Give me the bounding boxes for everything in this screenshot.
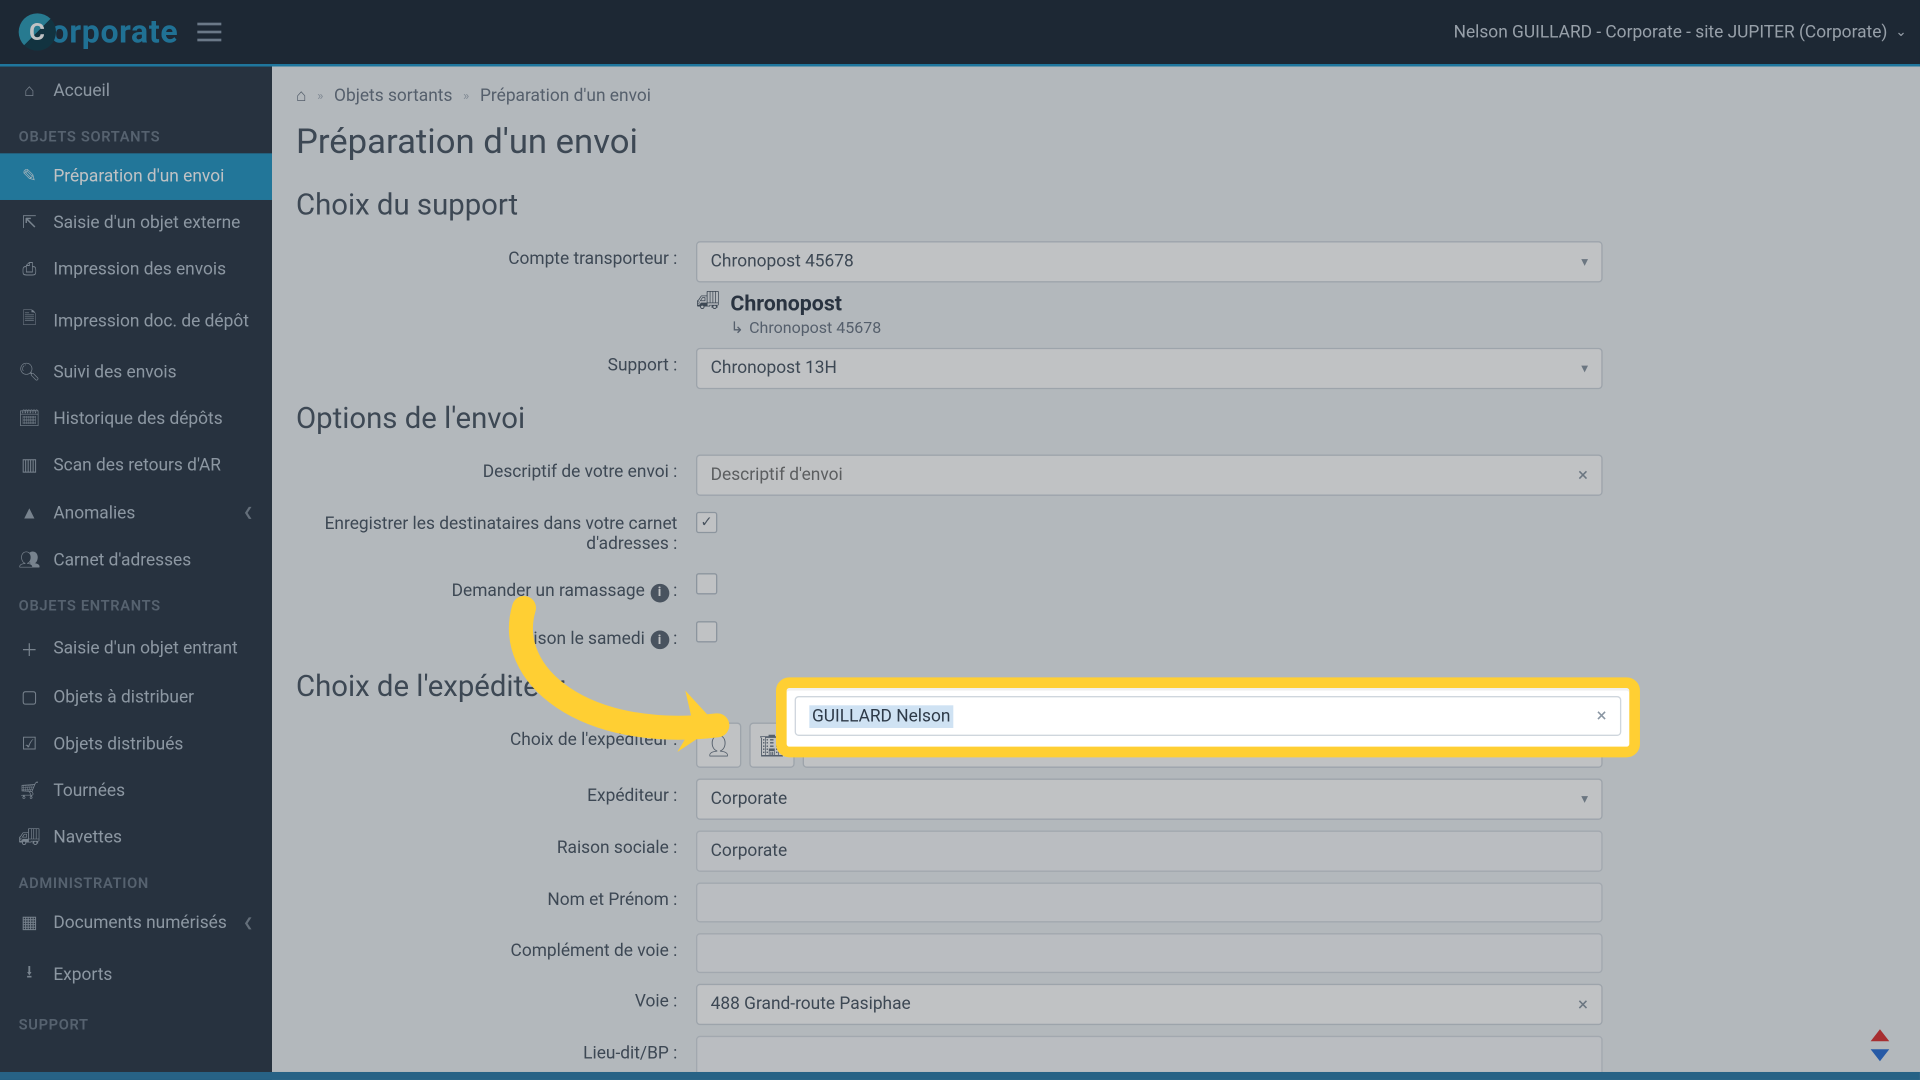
label-enregistrer-dest: Enregistrer les destinataires dans votre… — [296, 507, 696, 563]
label-expediteur: Expéditeur : — [296, 779, 696, 815]
brand-logo: Corporate — [19, 13, 179, 50]
select-expediteur[interactable]: Corporate — [696, 779, 1603, 820]
user-menu[interactable]: Nelson GUILLARD - Corporate - site JUPIT… — [1454, 22, 1907, 42]
label-nom-prenom: Nom et Prénom : — [296, 883, 696, 919]
truck-icon: 🚚︎ — [19, 828, 40, 848]
input-voie[interactable]: 488 Grand-route Pasiphae× — [696, 984, 1603, 1025]
select-compte-transporteur[interactable]: Chronopost 45678 — [696, 241, 1603, 282]
external-icon: ⇱ — [19, 213, 40, 233]
user-icon: 👤︎ — [705, 733, 732, 758]
label-compte-transporteur: Compte transporteur : — [296, 241, 696, 277]
label-voie: Voie : — [296, 984, 696, 1020]
print-icon: ⎙ — [19, 260, 40, 280]
bottom-strip — [0, 1072, 1920, 1080]
hamburger-icon[interactable] — [197, 23, 221, 42]
sidebar-item-suivi[interactable]: 🔍︎Suivi des envois — [0, 349, 272, 396]
chevron-right-icon: ❮ — [243, 917, 253, 930]
sidebar-item-impression-doc[interactable]: 🗎Impression doc. de dépôt — [0, 293, 272, 349]
sidebar-item-accueil[interactable]: ⌂Accueil — [0, 67, 272, 115]
sidebar-item-exports[interactable]: ⭳Exports — [0, 947, 272, 1003]
search-icon: 🔍︎ — [19, 363, 40, 383]
branch-icon: ↳ — [730, 319, 743, 338]
breadcrumb-l2: Préparation d'un envoi — [480, 86, 651, 106]
file-icon: 🗎 — [19, 307, 40, 336]
grid-icon: ▦ — [19, 913, 40, 933]
label-complement-voie: Complément de voie : — [296, 933, 696, 969]
info-icon[interactable]: i — [650, 583, 669, 602]
sidebar-item-impression-envois[interactable]: ⎙Impression des envois — [0, 247, 272, 294]
checkbox-livraison-samedi[interactable] — [696, 621, 717, 642]
sidebar-item-docs-num[interactable]: ▦Documents numérisés❮ — [0, 900, 272, 947]
sidebar-item-a-distribuer[interactable]: ▢Objets à distribuer — [0, 675, 272, 722]
expediteur-user-button[interactable]: 👤︎ — [696, 723, 741, 768]
label-descriptif: Descriptif de votre envoi : — [296, 455, 696, 491]
clear-icon[interactable]: × — [1597, 705, 1607, 726]
sidebar-item-distribues[interactable]: ☑Objets distribués — [0, 721, 272, 768]
input-complement-voie[interactable] — [696, 933, 1603, 973]
input-raison-sociale[interactable]: Corporate — [696, 831, 1603, 872]
sidebar-item-preparation[interactable]: ✎Préparation d'un envoi — [0, 153, 272, 200]
sidebar-item-historique[interactable]: 🗓Historique des dépôts — [0, 396, 272, 443]
expediteur-search-input-highlight[interactable]: GUILLARD Nelson × — [795, 696, 1622, 736]
cart-icon: 🛒︎ — [19, 781, 40, 801]
breadcrumb-l1[interactable]: Objets sortants — [334, 86, 452, 106]
sidebar-section-support: SUPPORT — [0, 1003, 272, 1042]
clear-icon[interactable]: × — [1578, 994, 1588, 1015]
sidebar-section-admin: ADMINISTRATION — [0, 861, 272, 900]
sidebar-section-entrants: OBJETS ENTRANTS — [0, 584, 272, 623]
download-icon: ⭳ — [19, 960, 40, 989]
input-nom-prenom[interactable] — [696, 883, 1603, 923]
page-title: Préparation d'un envoi — [296, 117, 1896, 181]
scroll-widget[interactable] — [1864, 1029, 1896, 1061]
checkbox-demander-ramassage[interactable] — [696, 573, 717, 594]
warning-icon: ▲ — [19, 503, 40, 524]
label-livraison-samedi: raison le samedii : — [296, 621, 696, 658]
sidebar-item-tournees[interactable]: 🛒︎Tournées — [0, 768, 272, 815]
topbar: Corporate Nelson GUILLARD - Corporate - … — [0, 0, 1920, 67]
label-demander-ramassage: Demander un ramassagei : — [296, 573, 696, 610]
label-raison-sociale: Raison sociale : — [296, 831, 696, 867]
input-lieu-dit[interactable] — [696, 1036, 1603, 1076]
info-icon[interactable]: i — [650, 631, 669, 650]
square-icon: ▢ — [19, 688, 40, 708]
check-square-icon: ☑ — [19, 735, 40, 755]
label-support: Support : — [296, 348, 696, 384]
sidebar-section-sortants: OBJETS SORTANTS — [0, 115, 272, 154]
sidebar-item-scan-ar[interactable]: ▥Scan des retours d'AR — [0, 443, 272, 490]
truck-icon: 🚚︎ — [696, 291, 720, 312]
label-lieu-dit: Lieu-dit/BP : — [296, 1036, 696, 1072]
input-descriptif[interactable]: × — [696, 455, 1603, 496]
sidebar-item-saisie-entrant[interactable]: ＋Saisie d'un objet entrant — [0, 623, 272, 675]
sidebar-item-saisie-externe[interactable]: ⇱Saisie d'un objet externe — [0, 200, 272, 247]
highlight-frame: GUILLARD Nelson × — [776, 677, 1640, 757]
calendar-icon: 🗓 — [19, 409, 40, 429]
section-choix-support: Choix du support — [296, 189, 1896, 222]
section-options-envoi: Options de l'envoi — [296, 403, 1896, 436]
clear-icon[interactable]: × — [1578, 465, 1588, 486]
chevron-down-icon: ⌄ — [1895, 25, 1906, 40]
checkbox-enregistrer-dest[interactable] — [696, 511, 717, 532]
breadcrumb: ⌂» Objets sortants» Préparation d'un env… — [296, 67, 1896, 118]
sidebar-item-carnet[interactable]: 👥︎Carnet d'adresses — [0, 537, 272, 584]
users-icon: 👥︎ — [19, 551, 40, 571]
home-icon: ⌂ — [19, 80, 40, 101]
barcode-icon: ▥ — [19, 456, 40, 476]
sidebar-item-navettes[interactable]: 🚚︎Navettes — [0, 815, 272, 862]
pencil-icon: ✎ — [19, 167, 40, 187]
sidebar: ⌂Accueil OBJETS SORTANTS ✎Préparation d'… — [0, 67, 272, 1080]
carrier-info: 🚚︎ Chronopost ↳Chronopost 45678 — [696, 291, 1603, 338]
home-icon[interactable]: ⌂ — [296, 85, 306, 106]
label-choix-expediteur: Choix de l'expéditeur : — [296, 723, 696, 759]
chevron-right-icon: ❮ — [243, 507, 253, 520]
main-content: ⌂» Objets sortants» Préparation d'un env… — [272, 67, 1920, 1080]
sidebar-item-anomalies[interactable]: ▲Anomalies❮ — [0, 489, 272, 537]
select-support[interactable]: Chronopost 13H — [696, 348, 1603, 389]
plus-icon: ＋ — [19, 636, 40, 661]
